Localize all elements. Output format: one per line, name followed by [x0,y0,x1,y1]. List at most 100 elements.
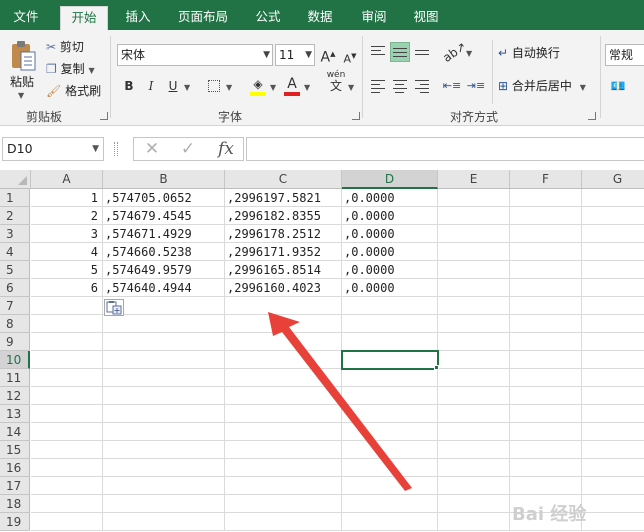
number-format-select[interactable]: 常规 [605,44,644,66]
clipboard-launcher-icon[interactable] [100,112,108,120]
font-color-icon: A [287,76,297,92]
shrink-font-button[interactable]: A▼ [340,46,360,66]
red-arrow-icon [268,312,412,491]
font-size-select[interactable]: 11 ▼ [275,44,315,66]
group-divider [362,36,363,118]
annotation-arrow [268,312,412,491]
align-center-button[interactable] [390,76,410,96]
name-box[interactable]: D10 ▼ [2,137,104,161]
group-divider [600,36,601,118]
merge-center-button[interactable]: ⊞ 合并后居中 ▼ [498,78,586,96]
align-left-icon [371,80,385,96]
font-color-swatch [284,92,300,96]
align-left-button[interactable] [368,76,388,96]
group-divider [110,36,111,118]
underline-dropdown-icon[interactable]: ▼ [184,80,190,96]
grow-font-button[interactable]: A▲ [318,44,338,66]
align-center-icon [393,80,407,96]
underline-button[interactable]: U [163,76,183,96]
align-bottom-button[interactable] [412,42,432,62]
copy-button[interactable]: ❐ 复制 ▼ [46,61,95,79]
align-middle-icon [393,48,407,60]
paint-bucket-icon: ◈ [253,77,263,91]
align-bottom-icon [415,50,429,58]
font-color-button[interactable]: A [282,74,302,96]
decrease-indent-icon: ⇤≡ [442,79,462,92]
decrease-indent-button[interactable]: ⇤≡ [442,76,462,96]
borders-button[interactable] [204,76,224,96]
accounting-format-button[interactable]: 💶 [608,76,628,96]
copy-dropdown-icon[interactable]: ▼ [88,66,94,75]
fill-color-button[interactable]: ◈ [248,74,268,96]
tab-file[interactable]: 文件 [0,6,52,30]
font-color-dropdown-icon[interactable]: ▼ [304,80,310,96]
borders-dropdown-icon[interactable]: ▼ [226,80,232,96]
tab-formulas[interactable]: 公式 [246,6,290,30]
phonetic-dropdown-icon[interactable]: ▼ [348,80,354,96]
font-launcher-icon[interactable] [352,112,360,120]
paste-dropdown-icon[interactable]: ▼ [18,88,24,104]
ribbon-tab-bar: 文件 开始 插入 页面布局 公式 数据 审阅 视图 [0,0,644,30]
tab-home[interactable]: 开始 [60,6,108,30]
accounting-icon: 💶 [610,79,626,93]
font-name-select[interactable]: 宋体 ▼ [117,44,273,66]
merge-center-label: 合并后居中 [511,79,572,93]
formula-input[interactable] [246,137,644,161]
group-divider [492,40,493,104]
align-right-button[interactable] [412,76,432,96]
italic-button[interactable]: I [141,76,161,96]
align-top-icon [371,46,385,58]
tab-page-layout[interactable]: 页面布局 [170,6,236,30]
phonetic-icon: 文 [329,79,342,93]
brush-icon: 🖌 [46,84,62,98]
tab-view[interactable]: 视图 [404,6,448,30]
number-format-value: 常规 [609,48,634,62]
ribbon-home: 粘贴 ▼ ✂ 剪切 ❐ 复制 ▼ 🖌 格式刷 剪贴板 宋体 ▼ 11 ▼ A▲ … [0,30,644,126]
tab-data[interactable]: 数据 [298,6,342,30]
font-size-value: 11 [279,48,295,62]
copy-label: 复制 [60,62,85,76]
formula-buttons: ✕ ✓ fx [133,137,244,161]
wrap-text-button[interactable]: ↵ 自动换行 [498,45,560,61]
alignment-launcher-icon[interactable] [588,112,596,120]
fill-color-dropdown-icon[interactable]: ▼ [270,80,276,96]
wrap-text-label: 自动换行 [511,46,560,60]
copy-icon: ❐ [46,62,57,76]
format-painter-label: 格式刷 [65,84,102,98]
tab-insert[interactable]: 插入 [116,6,160,30]
align-top-button[interactable] [368,42,388,62]
paste-icon [12,41,36,71]
formula-bar: D10 ▼ ✕ ✓ fx [0,127,644,169]
formula-bar-grip[interactable] [114,142,118,156]
grow-font-icon: A [320,49,331,66]
bold-button[interactable]: B [119,76,139,96]
name-box-value: D10 [7,141,33,156]
merge-center-dropdown-icon[interactable]: ▼ [580,83,586,92]
fill-color-swatch [250,92,266,96]
chevron-down-icon: ▼ [263,50,270,60]
shrink-font-icon: A [343,52,352,66]
chevron-down-icon: ▼ [305,50,312,60]
font-group-label: 字体 [218,110,243,124]
increase-indent-button[interactable]: ⇥≡ [466,76,486,96]
cancel-icon[interactable]: ✕ [140,138,164,160]
wrap-text-icon: ↵ [498,46,509,60]
tab-review[interactable]: 审阅 [352,6,396,30]
merge-center-icon: ⊞ [498,79,509,93]
cut-button[interactable]: ✂ 剪切 [46,39,84,55]
enter-icon[interactable]: ✓ [176,138,200,160]
orientation-dropdown-icon[interactable]: ▼ [466,46,472,62]
format-painter-button[interactable]: 🖌 格式刷 [46,83,101,99]
alignment-group-label: 对齐方式 [450,110,499,124]
worksheet-grid[interactable]: A B C D E F G 1 1,574705.0652,2996197.582… [0,170,644,532]
orientation-button[interactable]: ab↗ [440,39,469,65]
chevron-down-icon: ▼ [92,144,99,154]
cut-label: 剪切 [59,40,84,54]
align-middle-button[interactable] [390,42,410,62]
insert-function-icon[interactable]: fx [212,138,240,160]
borders-icon [208,80,220,92]
baidu-watermark: Bai 经验 [512,504,587,525]
increase-indent-icon: ⇥≡ [466,79,486,92]
paste-button[interactable] [8,40,38,74]
phonetic-button[interactable]: wén 文 [325,70,347,100]
